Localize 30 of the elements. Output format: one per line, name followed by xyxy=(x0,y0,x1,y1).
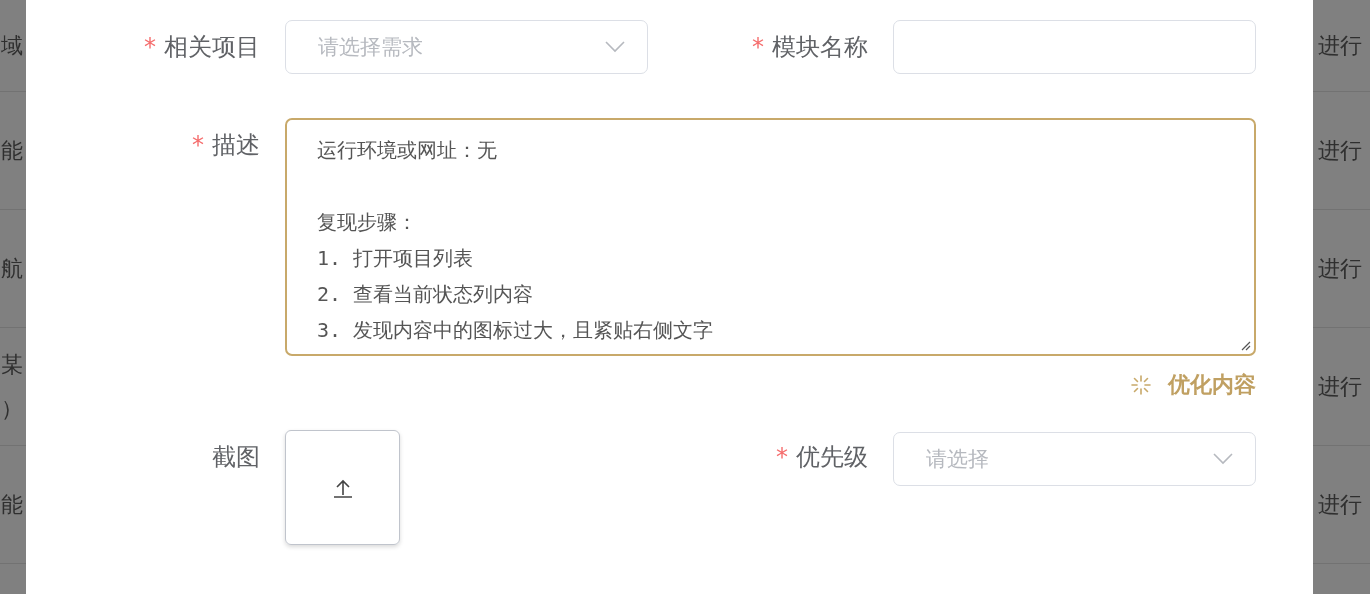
table-cell-text: 能 xyxy=(1,490,23,519)
select-field[interactable]: 请选择需求 xyxy=(285,20,648,74)
chevron-down-icon xyxy=(605,41,625,53)
table-cell-text: 进行 xyxy=(1318,136,1363,165)
required-mark: * xyxy=(752,33,764,61)
required-mark: * xyxy=(144,33,156,61)
table-cell-text: 能 xyxy=(1,136,23,165)
sparkle-icon xyxy=(1130,374,1152,396)
required-mark: * xyxy=(776,443,788,471)
field-label: 优先级 xyxy=(796,443,868,471)
field-label: 模块名称 xyxy=(772,33,868,61)
select-field[interactable]: 请选择 xyxy=(893,432,1256,486)
table-cell-text: 域 xyxy=(1,31,23,60)
field-label: 描述 xyxy=(212,131,260,159)
field-label: 截图 xyxy=(212,443,260,471)
table-cell-text: 进行 xyxy=(1318,490,1363,519)
table-cell-text: 某 xyxy=(1,350,23,379)
table-cell-text: 进行 xyxy=(1318,31,1363,60)
input-field[interactable] xyxy=(893,20,1256,74)
field-label: 相关项目 xyxy=(164,33,260,61)
required-mark: * xyxy=(192,131,204,159)
resize-handle-icon[interactable] xyxy=(1239,339,1251,351)
table-cell-text: 航 xyxy=(1,254,23,283)
description-field[interactable]: 运行环境或网址：无 复现步骤： 1. 打开项目列表 2. 查看当前状态列内容 3. 发现内容中的图标过大，且紧贴右侧文字 xyxy=(285,118,1256,356)
table-cell-text: ） xyxy=(1,394,23,423)
optimize-button[interactable]: 优化内容 xyxy=(1130,370,1256,400)
chevron-down-icon xyxy=(1213,453,1233,465)
table-cell-text: 进行 xyxy=(1318,254,1363,283)
upload-button[interactable] xyxy=(285,430,400,545)
table-cell-text: 进行 xyxy=(1318,372,1363,401)
